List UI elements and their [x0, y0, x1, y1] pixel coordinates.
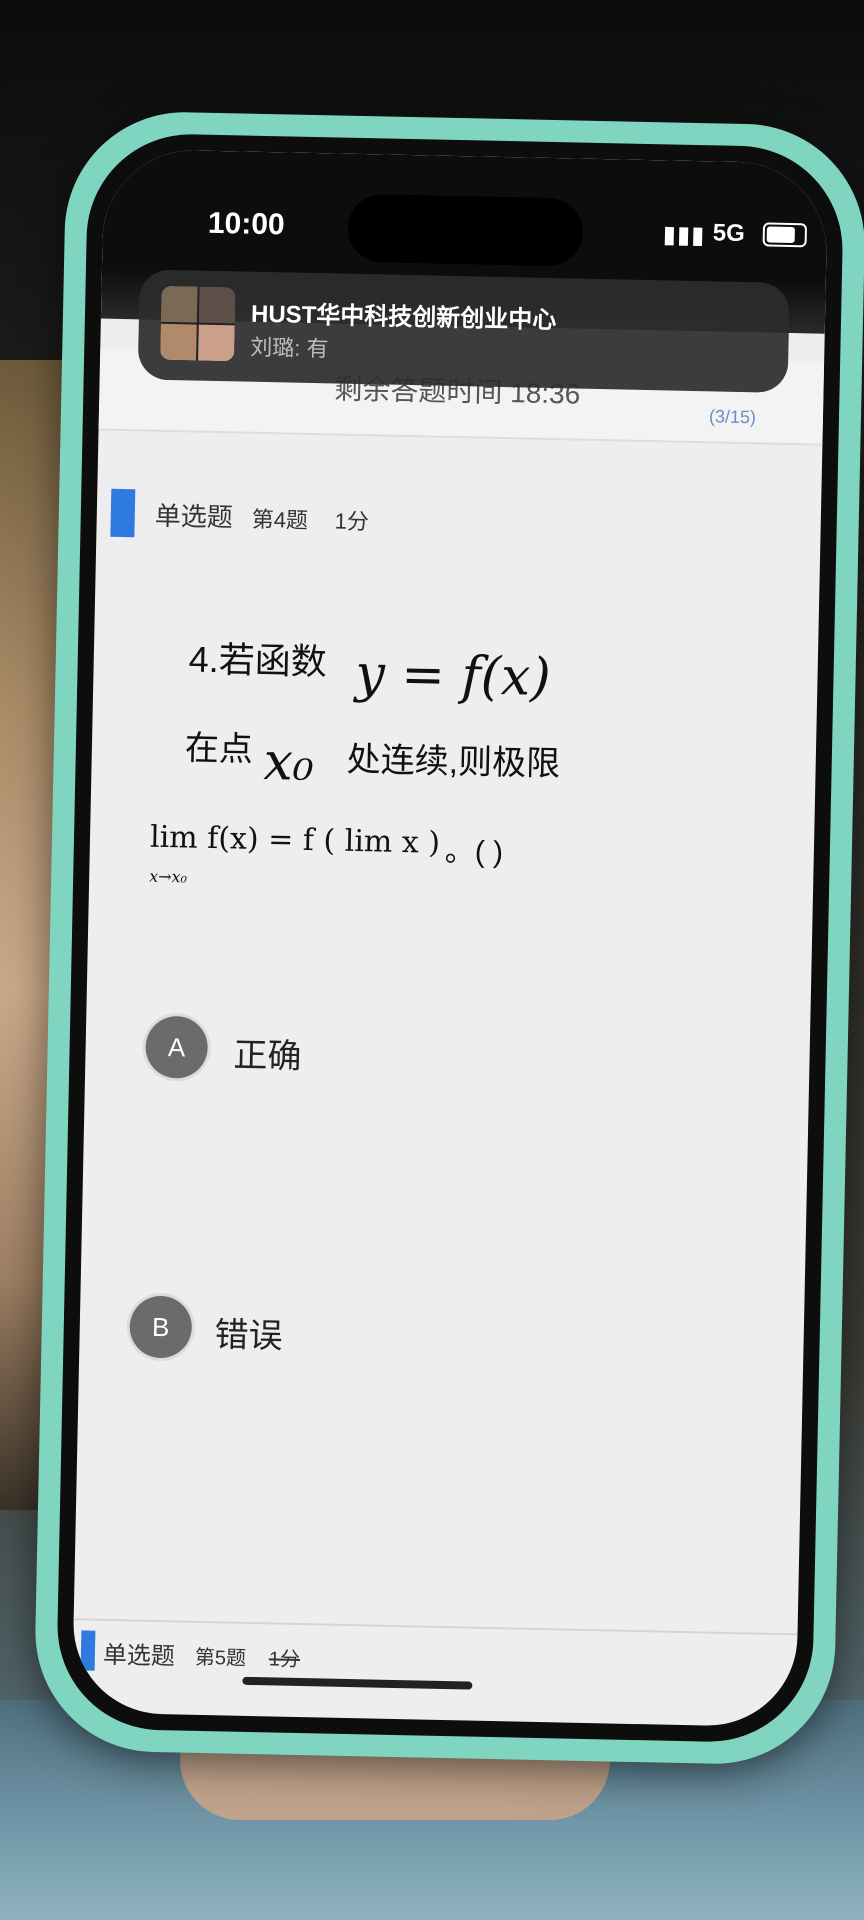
phone-screen: 10:00 ▮▮▮ 5G HUST华中科技创新创业中心 刘璐: 有 剩余答题时间… — [71, 148, 829, 1728]
limit-expression: lim f(x) = f ( lim x ) — [149, 819, 441, 861]
next-question-number: 第5题 — [194, 1646, 247, 1670]
formula-y-fx: y = f(x) — [354, 643, 552, 709]
question-text-2: 在点 — [184, 729, 254, 769]
battery-icon — [762, 222, 808, 248]
question-progress: (3/15) — [708, 406, 757, 428]
next-section-marker — [80, 1630, 96, 1671]
notification-title: HUST华中科技创新创业中心 — [250, 300, 557, 335]
option-b[interactable]: B 错误 — [79, 1288, 805, 1383]
option-a[interactable]: A 正确 — [85, 1008, 811, 1103]
question-text-1: 4.若函数 — [188, 638, 328, 683]
option-b-label[interactable]: 错误 — [214, 1307, 283, 1357]
status-time: 10:00 — [207, 206, 285, 242]
next-question-score: 1分 — [268, 1648, 301, 1672]
question-number: 第4题 — [251, 506, 309, 533]
option-a-letter[interactable]: A — [145, 1015, 209, 1079]
section-marker — [110, 488, 136, 538]
answer-bracket: 。( ) — [444, 834, 504, 870]
question-score: 1分 — [334, 508, 370, 535]
dynamic-island — [347, 193, 584, 267]
group-avatar — [160, 285, 236, 362]
signal-icon: ▮▮▮ — [662, 221, 706, 250]
question-text-3: 处连续,则极限 — [346, 740, 561, 784]
formula-limit: lim f(x) = f ( lim x ) x→x₀ — [149, 820, 440, 896]
notification-message: 刘璐: 有 — [250, 334, 329, 362]
question-type: 单选题 — [154, 500, 234, 533]
phone-case: 10:00 ▮▮▮ 5G HUST华中科技创新创业中心 刘璐: 有 剩余答题时间… — [32, 109, 864, 1767]
question-body: 4.若函数 y = f(x) 在点 x₀ 处连续,则极限 lim f(x) = … — [89, 568, 820, 923]
question-header: 单选题 第4题 1分 — [96, 479, 821, 564]
option-b-letter[interactable]: B — [129, 1295, 193, 1359]
network-type: 5G — [712, 219, 746, 248]
limit-subscript: x→x₀ — [149, 866, 188, 887]
chat-notification[interactable]: HUST华中科技创新创业中心 刘璐: 有 — [137, 269, 790, 393]
option-a-label[interactable]: 正确 — [233, 1027, 302, 1077]
next-question-type: 单选题 — [102, 1641, 176, 1671]
phone-bezel: 10:00 ▮▮▮ 5G HUST华中科技创新创业中心 刘璐: 有 剩余答题时间… — [55, 132, 845, 1744]
formula-x0: x₀ — [263, 732, 315, 794]
